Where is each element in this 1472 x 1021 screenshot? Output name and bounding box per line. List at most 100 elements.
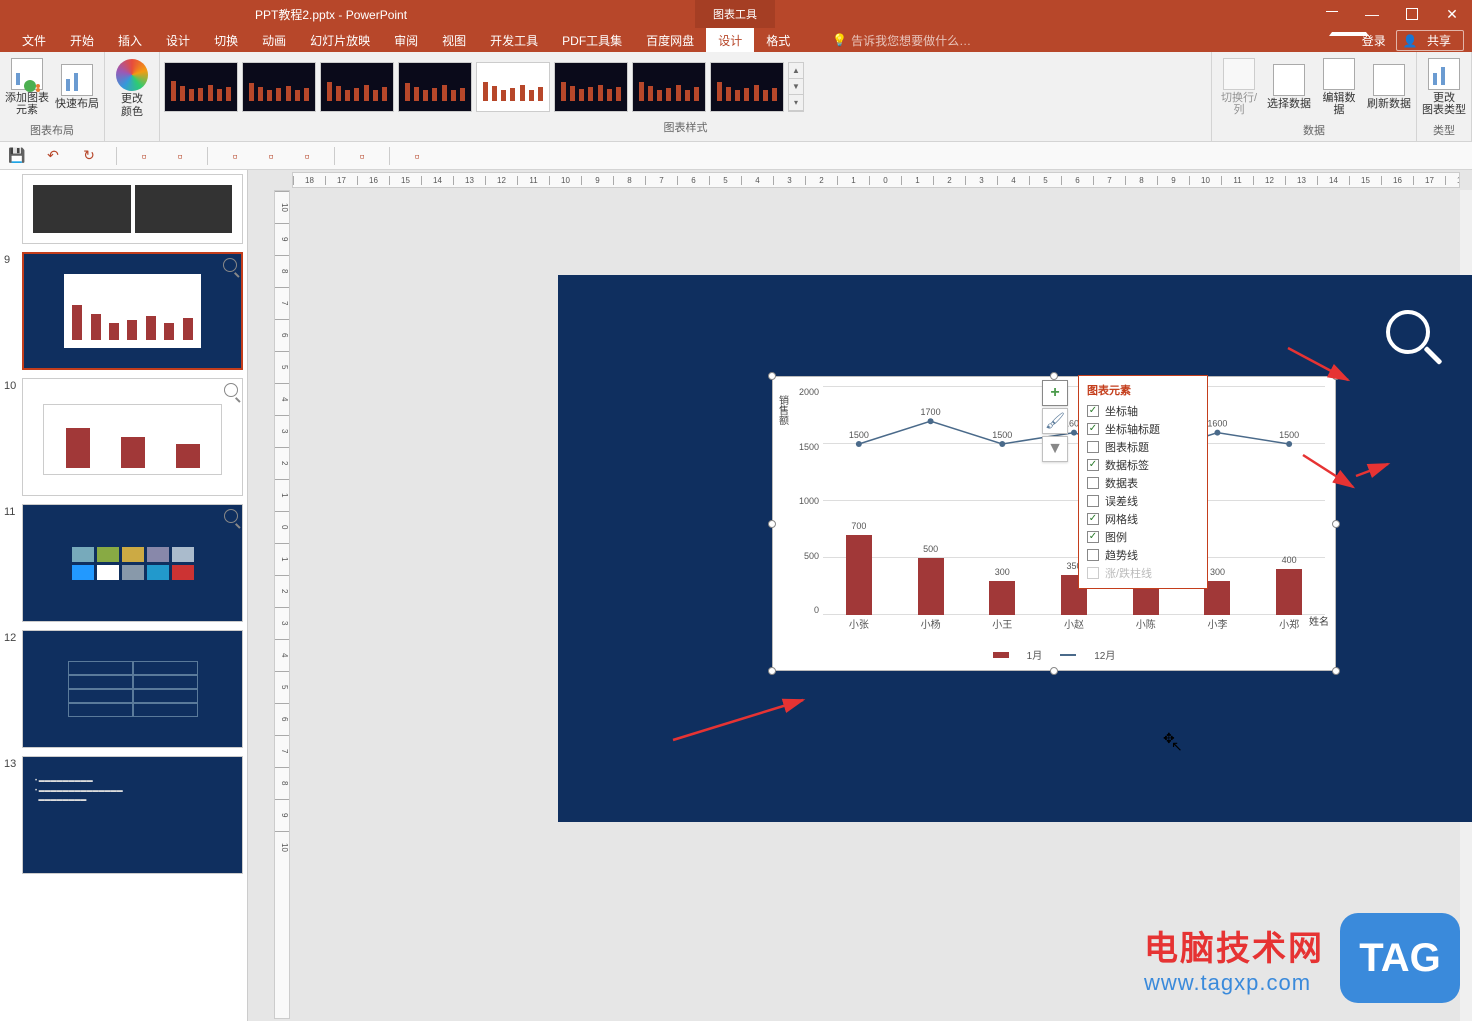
ribbon-tabs: 文件 开始 插入 设计 切换 动画 幻灯片放映 审阅 视图 开发工具 PDF工具… [0,28,1472,52]
redo-icon[interactable]: ↻ [80,147,98,165]
qat-icon-1[interactable]: ▫ [135,147,153,165]
resize-handle[interactable] [1332,667,1340,675]
chart-elements-button[interactable]: + [1042,380,1068,406]
change-chart-type-button[interactable]: 更改 图表类型 [1421,54,1467,120]
chart-style-4[interactable] [398,62,472,112]
resize-handle[interactable] [1332,520,1340,528]
tab-format[interactable]: 格式 [754,28,802,52]
checkbox[interactable] [1087,513,1099,525]
legend-label-2: 12月 [1094,647,1115,662]
colors-icon [116,59,148,91]
edit-data-button[interactable]: 编辑数 据 [1316,54,1362,120]
qat-icon-4[interactable]: ▫ [262,147,280,165]
tab-pdf[interactable]: PDF工具集 [550,28,634,52]
qat-icon-5[interactable]: ▫ [298,147,316,165]
checkbox[interactable] [1087,549,1099,561]
slide-editor[interactable]: 1817161514131211109876543210123456789101… [248,170,1472,1021]
chart-element-option-1[interactable]: 坐标轴标题 [1087,420,1199,438]
tab-transitions[interactable]: 切换 [202,28,250,52]
chart-filters-button[interactable]: ▼ [1042,436,1068,462]
chart-tools-context-tab: 图表工具 [695,0,775,28]
restore-icon[interactable] [1392,0,1432,28]
tab-slideshow[interactable]: 幻灯片放映 [298,28,382,52]
tab-review[interactable]: 审阅 [382,28,430,52]
slide-thumbnail-12[interactable]: 12 [4,630,243,748]
resize-handle[interactable] [1332,372,1340,380]
chart-side-buttons: + 🖌 ▼ [1042,380,1068,462]
chart-style-2[interactable] [242,62,316,112]
qat-icon-3[interactable]: ▫ [226,147,244,165]
chart-legend[interactable]: 1月 12月 [773,647,1335,662]
save-icon[interactable]: 💾 [8,147,26,165]
undo-icon[interactable]: ↶ [44,147,62,165]
slide-thumbnail-8-partial[interactable] [4,174,243,244]
ribbon-options-icon[interactable] [1312,0,1352,28]
resize-handle[interactable] [768,372,776,380]
qat-icon-2[interactable]: ▫ [171,147,189,165]
tab-insert[interactable]: 插入 [106,28,154,52]
tab-chart-design[interactable]: 设计 [706,28,754,52]
tab-baidu[interactable]: 百度网盘 [634,28,706,52]
chart-style-6[interactable] [554,62,628,112]
qat-icon-6[interactable]: ▫ [353,147,371,165]
vertical-ruler: 10987654321012345678910 [274,190,290,1019]
chart-element-option-3[interactable]: 数据标签 [1087,456,1199,474]
chart-element-option-7[interactable]: 图例 [1087,528,1199,546]
checkbox[interactable] [1087,531,1099,543]
chart-elements-panel: 图表元素 坐标轴坐标轴标题图表标题数据标签数据表误差线网格线图例趋势线涨/跌柱线 [1078,375,1208,589]
checkbox[interactable] [1087,495,1099,507]
slide-thumbnail-11[interactable]: 11 [4,504,243,622]
x-axis-title[interactable]: 姓名 [1309,613,1329,628]
tab-developer[interactable]: 开发工具 [478,28,550,52]
checkbox[interactable] [1087,441,1099,453]
ribbon-group-colors: 更改 颜色 [105,52,160,141]
slide-thumbnail-10[interactable]: 10 [4,378,243,496]
slide-thumbnail-9[interactable]: 9 [4,252,243,370]
switch-row-col-button[interactable]: 切换行/列 [1216,54,1262,120]
qat-icon-7[interactable]: ▫ [408,147,426,165]
add-chart-element-button[interactable]: 添加图表 元素 [4,54,50,120]
change-colors-button[interactable]: 更改 颜色 [109,56,155,122]
checkbox[interactable] [1087,405,1099,417]
chart-element-option-2[interactable]: 图表标题 [1087,438,1199,456]
chart-element-option-5[interactable]: 误差线 [1087,492,1199,510]
chart-element-option-4[interactable]: 数据表 [1087,474,1199,492]
share-button[interactable]: 👤 共享 [1396,30,1464,51]
bar-series[interactable]: 700小张500小杨300小王350小赵450小陈300小李400小郑 [823,387,1325,615]
resize-handle[interactable] [768,520,776,528]
tab-design[interactable]: 设计 [154,28,202,52]
tab-home[interactable]: 开始 [58,28,106,52]
ribbon-group-data: 切换行/列 选择数据 编辑数 据 刷新数据 数据 [1212,52,1417,141]
resize-handle[interactable] [1050,667,1058,675]
close-icon[interactable]: ✕ [1432,0,1472,28]
tab-view[interactable]: 视图 [430,28,478,52]
chart-element-option-0[interactable]: 坐标轴 [1087,402,1199,420]
checkbox[interactable] [1087,477,1099,489]
chart-element-option-6[interactable]: 网格线 [1087,510,1199,528]
chart-style-1[interactable] [164,62,238,112]
tab-animations[interactable]: 动画 [250,28,298,52]
resize-handle[interactable] [1050,372,1058,380]
refresh-data-button[interactable]: 刷新数据 [1366,54,1412,120]
chart-styles-more[interactable]: ▲▼▾ [788,62,804,112]
chart-style-5[interactable] [476,62,550,112]
chart-style-7[interactable] [632,62,706,112]
checkbox[interactable] [1087,459,1099,471]
chart-element-option-8[interactable]: 趋势线 [1087,546,1199,564]
ribbon: 添加图表 元素 快速布局 图表布局 更改 颜色 ▲▼▾ 图表样式 切换行/列 [0,52,1472,142]
slide-thumbnails-panel[interactable]: 9 10 11 [0,170,248,1021]
resize-handle[interactable] [768,667,776,675]
checkbox[interactable] [1087,423,1099,435]
chart-styles-button[interactable]: 🖌 [1042,408,1068,434]
chart-style-8[interactable] [710,62,784,112]
slide-thumbnail-13[interactable]: 13 • ▬▬▬▬▬▬▬▬▬• ▬▬▬▬▬▬▬▬▬▬▬▬▬▬ ▬▬▬▬▬▬▬▬ [4,756,243,874]
switch-icon [1223,58,1255,90]
plot-area[interactable]: 0500100015002000 700小张500小杨300小王350小赵450… [823,387,1325,615]
bulb-icon: 💡 [832,33,847,47]
quick-layout-button[interactable]: 快速布局 [54,54,100,120]
tell-me-box[interactable]: 💡告诉我您想要做什么… [832,32,971,49]
select-data-button[interactable]: 选择数据 [1266,54,1312,120]
slide-canvas[interactable]: 销售额 姓名 0500100015002000 700小张500小杨300小王3… [558,275,1472,822]
chart-style-3[interactable] [320,62,394,112]
tab-file[interactable]: 文件 [10,28,58,52]
